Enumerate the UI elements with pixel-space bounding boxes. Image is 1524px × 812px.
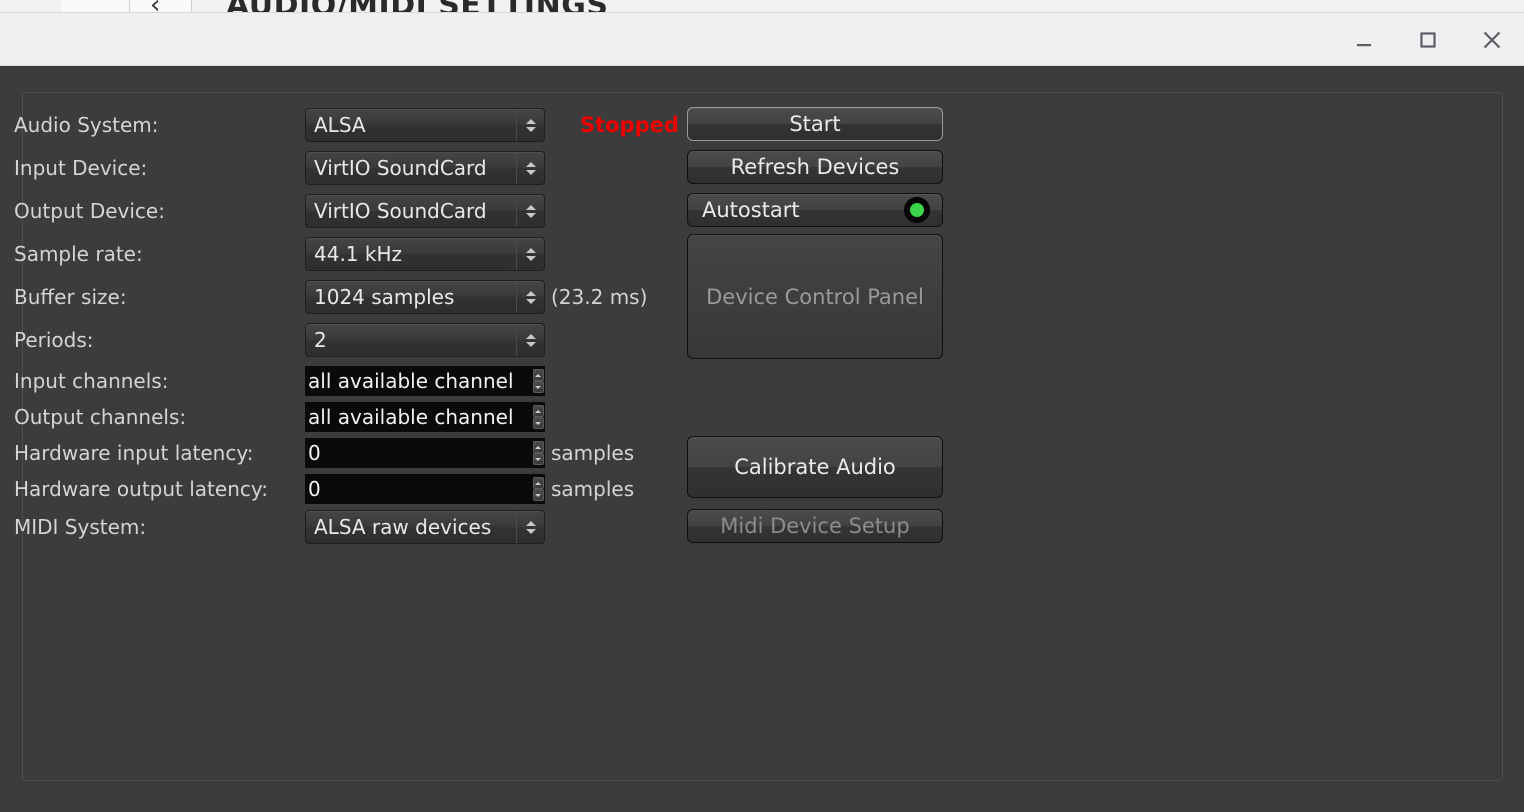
status-badge: Stopped: [580, 113, 679, 137]
maximize-button[interactable]: [1396, 13, 1460, 66]
close-icon: [1483, 31, 1501, 48]
input-device-combobox[interactable]: VirtIO SoundCard: [305, 151, 545, 185]
chevron-updown-icon: [516, 281, 544, 313]
chevron-updown-icon: [516, 511, 544, 543]
field-value: all available channel: [308, 369, 514, 393]
minimize-icon: [1357, 43, 1371, 46]
row-label: Periods:: [14, 328, 94, 352]
window-controls: [1332, 13, 1524, 66]
background-window-title: AUDIO/MIDI SETTINGS: [226, 0, 608, 12]
chevron-updown-icon: [516, 324, 544, 356]
field-value: 0: [308, 477, 321, 501]
background-window-strip: ‹ AUDIO/MIDI SETTINGS: [0, 0, 1524, 13]
row-label: Input channels:: [14, 369, 169, 393]
minimize-button[interactable]: [1332, 13, 1396, 66]
combobox-value: 1024 samples: [314, 285, 455, 309]
led-on-icon: [910, 203, 924, 217]
buffer-size-combobox[interactable]: 1024 samples: [305, 280, 545, 314]
spinner-arrows-icon[interactable]: [532, 439, 544, 467]
background-window-chunk: [130, 0, 192, 12]
output-device-combobox[interactable]: VirtIO SoundCard: [305, 194, 545, 228]
sample-rate-combobox[interactable]: 44.1 kHz: [305, 237, 545, 271]
refresh-devices-button[interactable]: Refresh Devices: [687, 150, 943, 184]
chevron-updown-icon: [516, 195, 544, 227]
spinner-arrows-icon[interactable]: [532, 367, 544, 395]
row-label: Audio System:: [14, 113, 159, 137]
start-button[interactable]: Start: [687, 107, 943, 141]
row-label: Output Device:: [14, 199, 165, 223]
samples-suffix: samples: [551, 477, 635, 501]
combobox-value: 44.1 kHz: [314, 242, 403, 266]
autostart-label: Autostart: [702, 198, 800, 222]
field-value: all available channel: [308, 405, 514, 429]
combobox-value: 2: [314, 328, 327, 352]
midi-system-combobox[interactable]: ALSA raw devices: [305, 510, 545, 544]
row-label: Buffer size:: [14, 285, 127, 309]
output-channels-field[interactable]: all available channel: [305, 402, 545, 432]
hw-output-latency-field[interactable]: 0: [305, 474, 545, 504]
samples-suffix: samples: [551, 441, 635, 465]
row-label: Sample rate:: [14, 242, 143, 266]
row-label: Input Device:: [14, 156, 148, 180]
chevron-updown-icon: [516, 109, 544, 141]
background-window-chunk: [62, 0, 130, 12]
chevron-updown-icon: [516, 238, 544, 270]
row-label: Hardware input latency:: [14, 441, 254, 465]
combobox-value: VirtIO SoundCard: [314, 199, 487, 223]
row-label: Hardware output latency:: [14, 477, 268, 501]
periods-combobox[interactable]: 2: [305, 323, 545, 357]
autostart-toggle[interactable]: Autostart: [687, 193, 943, 227]
window-titlebar: [0, 13, 1524, 66]
back-arrow-icon: ‹: [150, 0, 160, 12]
chevron-updown-icon: [516, 152, 544, 184]
combobox-value: VirtIO SoundCard: [314, 156, 487, 180]
combobox-value: ALSA: [314, 113, 366, 137]
calibrate-audio-button[interactable]: Calibrate Audio: [687, 436, 943, 498]
spinner-arrows-icon[interactable]: [532, 403, 544, 431]
row-label: Output channels:: [14, 405, 187, 429]
device-control-panel-button[interactable]: Device Control Panel: [687, 234, 943, 359]
close-button[interactable]: [1460, 13, 1524, 66]
midi-device-setup-button: Midi Device Setup: [687, 509, 943, 543]
audio-system-combobox[interactable]: ALSA: [305, 108, 545, 142]
hw-input-latency-field[interactable]: 0: [305, 438, 545, 468]
buffer-latency-ms: (23.2 ms): [551, 285, 648, 309]
input-channels-field[interactable]: all available channel: [305, 366, 545, 396]
audio-settings-body: Audio System: ALSA Input Device: VirtIO …: [0, 66, 1524, 812]
row-label: MIDI System:: [14, 515, 147, 539]
spinner-arrows-icon[interactable]: [532, 475, 544, 503]
autostart-led-well: [904, 197, 930, 223]
maximize-icon: [1420, 31, 1436, 48]
combobox-value: ALSA raw devices: [314, 515, 492, 539]
field-value: 0: [308, 441, 321, 465]
